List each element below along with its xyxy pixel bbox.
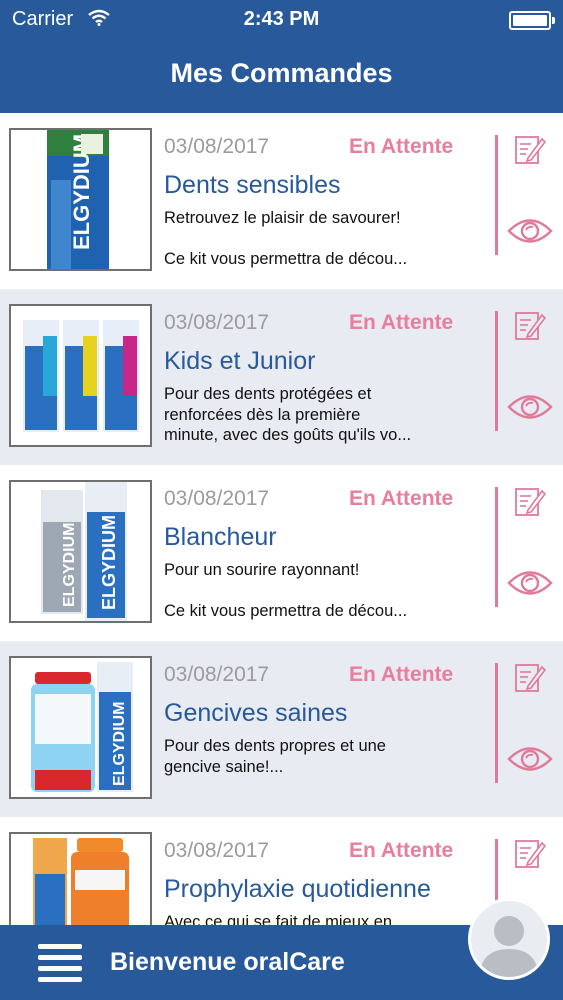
edit-icon[interactable] — [514, 661, 546, 693]
edit-icon[interactable] — [514, 309, 546, 341]
order-row[interactable]: 03/08/2017 En Attente Kids et Junior Pou… — [0, 289, 563, 465]
order-description: Avec ce qui se fait de mieux en — [164, 913, 393, 925]
row-divider — [495, 663, 498, 783]
avatar-icon[interactable] — [468, 898, 550, 980]
welcome-label: Bienvenue oralCare — [110, 948, 345, 976]
order-title[interactable]: Blancheur — [164, 523, 277, 552]
order-status: En Attente — [349, 311, 454, 334]
battery-icon — [509, 11, 555, 30]
order-status: En Attente — [349, 487, 454, 510]
clock: 2:43 PM — [243, 8, 320, 30]
row-divider — [495, 311, 498, 431]
order-row[interactable]: ELGYDIUM 03/08/2017 En Attente Gencives … — [0, 641, 563, 817]
product-image: ELGYDIUM — [9, 128, 152, 271]
orders-list[interactable]: ELGYDIUM 03/08/2017 En Attente Dents sen… — [0, 113, 563, 925]
order-date: 03/08/2017 — [164, 487, 270, 510]
order-description: Pour un sourire rayonnant! Ce kit vous p… — [164, 561, 408, 620]
edit-icon[interactable] — [514, 485, 546, 517]
eye-icon[interactable] — [507, 568, 553, 598]
svg-text:ELGYDIUM: ELGYDIUM — [99, 515, 119, 610]
order-status: En Attente — [349, 839, 454, 862]
eye-icon[interactable] — [507, 392, 553, 422]
order-date: 03/08/2017 — [164, 839, 270, 862]
order-title[interactable]: Prophylaxie quotidienne — [164, 875, 431, 904]
order-date: 03/08/2017 — [164, 311, 270, 334]
row-divider — [495, 135, 498, 255]
order-title[interactable]: Kids et Junior — [164, 347, 315, 376]
order-title[interactable]: Dents sensibles — [164, 171, 340, 200]
order-row[interactable]: ELGYDIUM 03/08/2017 En Attente Dents sen… — [0, 113, 563, 289]
product-image — [9, 304, 152, 447]
hamburger-menu-icon[interactable] — [38, 942, 82, 982]
edit-icon[interactable] — [514, 133, 546, 165]
product-image: ELGYDIUM ELGYDIUM — [9, 480, 152, 623]
order-row[interactable]: ELGYDIUM ELGYDIUM 03/08/2017 En Attente … — [0, 465, 563, 641]
order-description: Pour des dents propres et une gencive sa… — [164, 737, 386, 776]
order-status: En Attente — [349, 135, 454, 158]
svg-text:ELGYDIUM: ELGYDIUM — [111, 702, 128, 786]
eye-icon[interactable] — [507, 216, 553, 246]
order-row[interactable]: 03/08/2017 En Attente Prophylaxie quotid… — [0, 817, 563, 925]
page-title: Mes Commandes — [170, 58, 393, 88]
status-bar: Carrier 2:43 PM — [0, 0, 563, 40]
order-title[interactable]: Gencives saines — [164, 699, 347, 728]
eye-icon[interactable] — [507, 744, 553, 774]
product-image — [9, 832, 152, 925]
svg-text:ELGYDIUM: ELGYDIUM — [61, 523, 78, 607]
order-date: 03/08/2017 — [164, 663, 270, 686]
top-bar: Carrier 2:43 PM Mes Commandes — [0, 0, 563, 113]
order-date: 03/08/2017 — [164, 135, 270, 158]
product-image: ELGYDIUM — [9, 656, 152, 799]
row-divider — [495, 487, 498, 607]
order-description: Retrouvez le plaisir de savourer! Ce kit… — [164, 209, 408, 268]
order-status: En Attente — [349, 663, 454, 686]
edit-icon[interactable] — [514, 837, 546, 869]
order-description: Pour des dents protégées et renforcées d… — [164, 385, 412, 444]
